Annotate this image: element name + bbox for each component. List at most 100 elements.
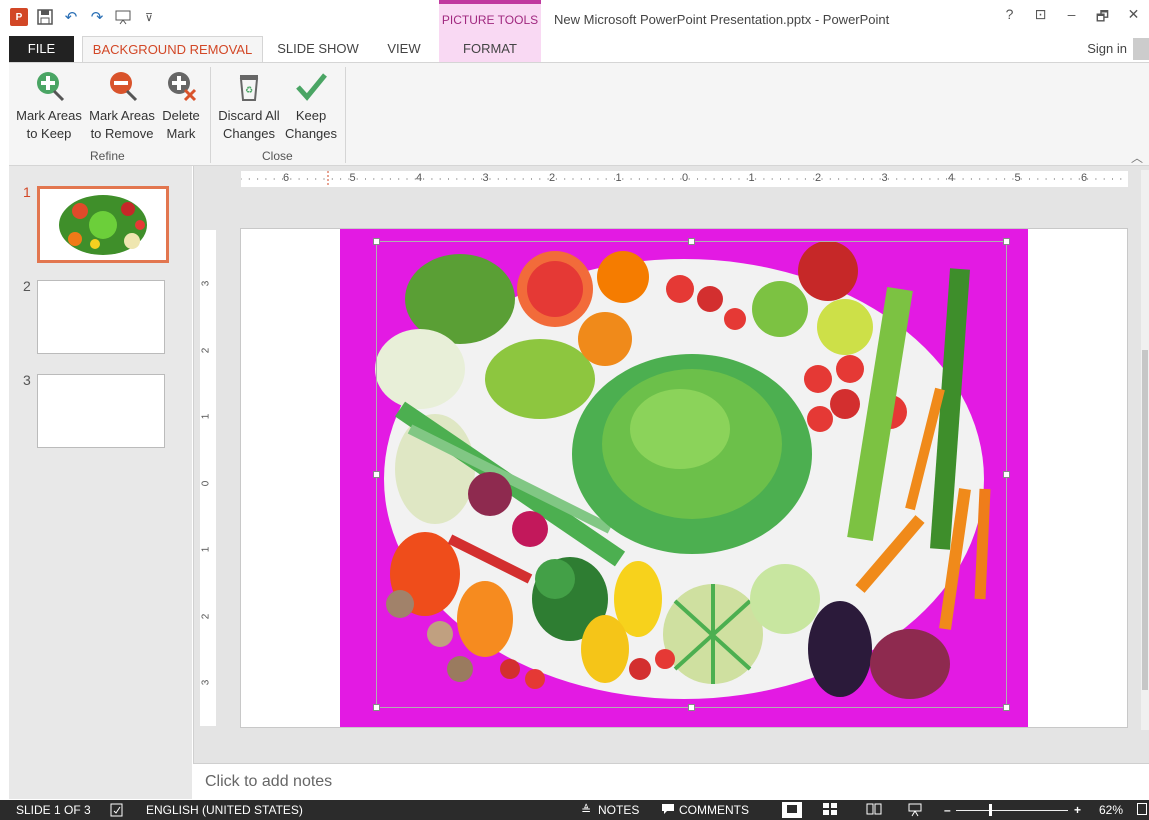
slide-number: 2 (23, 278, 31, 294)
delete-mark-icon (168, 72, 197, 102)
zoom-in-icon[interactable]: + (1074, 803, 1081, 817)
slide-sorter-icon[interactable] (823, 803, 837, 818)
ruler-label: 4 (948, 172, 955, 184)
zoom-slider-track[interactable] (956, 810, 1068, 811)
presentation-start-icon[interactable] (114, 8, 132, 26)
resize-handle[interactable] (1003, 238, 1010, 245)
undo-icon[interactable]: ↶ (62, 8, 80, 26)
thumbnail-vegetables-image (40, 189, 166, 260)
mark-remove-label-2: to Remove (90, 126, 154, 141)
ruler-label: 5 (349, 172, 356, 184)
group-separator (345, 67, 346, 163)
comments-button[interactable]: COMMENTS (679, 803, 749, 817)
zoom-level[interactable]: 62% (1099, 803, 1123, 817)
resize-handle[interactable] (373, 238, 380, 245)
close-group-label: Close (262, 149, 293, 163)
status-bar: SLIDE 1 OF 3 ENGLISH (UNITED STATES) ≜ N… (0, 800, 1149, 820)
tab-background-removal[interactable]: BACKGROUND REMOVAL (82, 36, 263, 63)
document-title: New Microsoft PowerPoint Presentation.pp… (554, 12, 890, 27)
zoom-slider-knob[interactable] (989, 804, 992, 816)
tab-format[interactable]: FORMAT (439, 36, 541, 62)
slide-counter[interactable]: SLIDE 1 OF 3 (16, 803, 91, 817)
collapse-ribbon-icon[interactable]: ︿ (1131, 149, 1143, 166)
ruler-label: 1 (748, 172, 755, 184)
ruler-label: 1 (200, 546, 212, 553)
powerpoint-logo-icon[interactable]: P (10, 8, 28, 26)
group-separator (210, 67, 211, 163)
resize-handle[interactable] (688, 704, 695, 711)
language-indicator[interactable]: ENGLISH (UNITED STATES) (146, 803, 303, 817)
slide-show-icon[interactable] (908, 803, 922, 820)
ruler-label: 6 (283, 172, 290, 184)
mark-keep-icon (37, 72, 65, 102)
mark-remove-icon (110, 72, 138, 102)
resize-handle[interactable] (688, 238, 695, 245)
checkmark-icon (296, 73, 327, 101)
notes-pane[interactable]: Click to add notes (193, 763, 1149, 800)
picture-tools-label: PICTURE TOOLS (441, 13, 539, 27)
resize-handle[interactable] (373, 471, 380, 478)
tab-slide-show[interactable]: SLIDE SHOW (270, 36, 366, 62)
ruler-label: 2 (200, 613, 212, 619)
quick-access-toolbar: P ↶ ↷ ⊽ (10, 8, 158, 26)
svg-text:♻: ♻ (245, 86, 253, 96)
discard-all-changes-button[interactable]: ♻ Discard All Changes (215, 69, 283, 143)
minimize-icon[interactable]: – (1056, 6, 1087, 30)
horizontal-ruler: 6 5 4 3 2 1 0 1 2 3 4 5 6 (240, 171, 1128, 187)
title-bar: P ↶ ↷ ⊽ PICTURE TOOLS New Microsoft Powe… (0, 0, 1149, 62)
resize-handle[interactable] (373, 704, 380, 711)
ruler-label: 3 (482, 172, 489, 184)
fit-slide-icon[interactable] (1137, 803, 1147, 818)
tab-view[interactable]: VIEW (378, 36, 430, 62)
ruler-label: 4 (416, 172, 423, 184)
vertical-ruler: 3 2 1 0 1 2 3 (200, 230, 216, 726)
ruler-label: 0 (682, 172, 689, 184)
reading-view-icon[interactable] (866, 803, 882, 818)
slide-thumbnail-3[interactable] (37, 374, 165, 448)
powerpoint-window: P ↶ ↷ ⊽ PICTURE TOOLS New Microsoft Powe… (0, 0, 1149, 820)
zoom-out-icon[interactable]: – (944, 803, 951, 817)
customize-qat-icon[interactable]: ⊽ (140, 8, 158, 26)
keep-changes-button[interactable]: Keep Changes (283, 69, 339, 143)
ruler-label: 1 (615, 172, 622, 184)
tab-file[interactable]: FILE (9, 36, 74, 62)
resize-handle[interactable] (1003, 704, 1010, 711)
avatar[interactable] (1133, 38, 1149, 60)
refine-group-label: Refine (90, 149, 125, 163)
notes-toggle-button[interactable]: NOTES (598, 803, 639, 817)
mark-areas-to-keep-button[interactable]: Mark Areas to Keep (13, 69, 85, 143)
mark-areas-to-remove-button[interactable]: Mark Areas to Remove (87, 69, 157, 143)
crop-selection-box[interactable] (376, 241, 1007, 708)
ruler-label: 2 (815, 172, 822, 184)
sign-in-link[interactable]: Sign in (1087, 41, 1127, 56)
save-icon[interactable] (36, 8, 54, 26)
slide-number: 3 (23, 372, 31, 388)
notes-placeholder: Click to add notes (205, 773, 333, 790)
ruler-label: 5 (1014, 172, 1021, 184)
comments-icon[interactable] (661, 803, 675, 818)
scrollbar-thumb[interactable] (1142, 350, 1148, 690)
slide-thumbnail-2[interactable] (37, 280, 165, 354)
close-icon[interactable]: ✕ (1118, 6, 1149, 30)
ruler-label: 3 (200, 280, 212, 287)
ruler-label: 3 (200, 679, 212, 686)
window-controls: ? ⊡ – 🗗 ✕ (994, 6, 1149, 30)
spell-check-icon[interactable] (110, 803, 124, 820)
discard-label-2: Changes (222, 126, 276, 141)
ribbon-tabs: FILE BACKGROUND REMOVAL SLIDE SHOW VIEW … (0, 36, 1149, 63)
ribbon-display-options-icon[interactable]: ⊡ (1025, 6, 1056, 30)
vertical-scrollbar[interactable] (1141, 170, 1149, 730)
restore-icon[interactable]: 🗗 (1087, 6, 1118, 30)
ruler-label: 0 (200, 480, 212, 486)
notes-toggle-icon[interactable]: ≜ (581, 803, 591, 817)
slide-thumbnail-1[interactable] (37, 186, 169, 263)
slide-thumbnails-pane: 1 2 3 (9, 166, 192, 799)
mark-keep-label-1: Mark Areas (16, 108, 82, 123)
normal-view-icon[interactable] (782, 802, 802, 818)
delete-mark-button[interactable]: Delete Mark (157, 69, 205, 143)
help-icon[interactable]: ? (994, 6, 1025, 30)
redo-icon[interactable]: ↷ (88, 8, 106, 26)
keep-label-1: Keep (295, 108, 327, 123)
resize-handle[interactable] (1003, 471, 1010, 478)
keep-label-2: Changes (284, 126, 338, 141)
